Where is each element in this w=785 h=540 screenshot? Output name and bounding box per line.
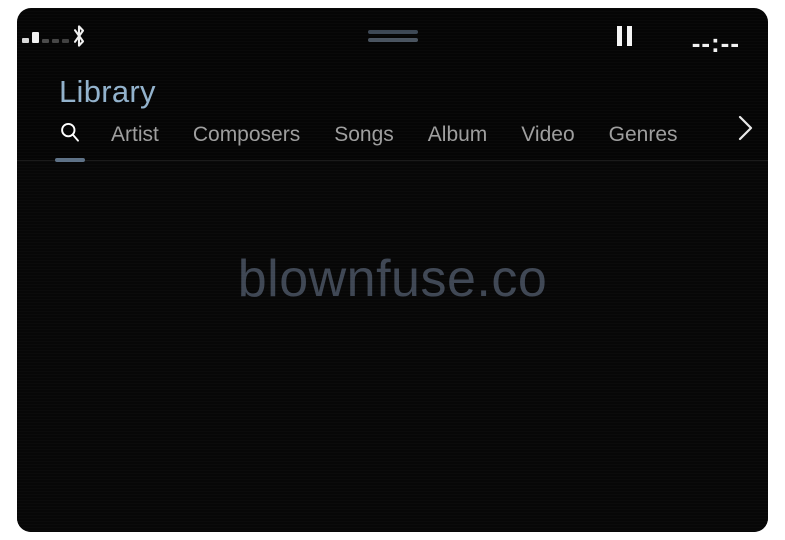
header-divider: [17, 160, 768, 161]
tab-genres-label: Genres: [608, 122, 678, 146]
search-icon: [61, 122, 79, 142]
pause-icon[interactable]: [617, 26, 632, 46]
watermark-text: blownfuse.co: [237, 250, 548, 308]
tab-artist-label: Artist: [111, 122, 159, 146]
chevron-right-icon[interactable]: [732, 113, 758, 143]
active-tab-indicator: [55, 158, 85, 162]
drag-handle-icon[interactable]: [367, 30, 418, 42]
tab-composers[interactable]: Composers: [193, 124, 300, 147]
tab-genres[interactable]: Genres: [609, 124, 678, 147]
tab-songs[interactable]: Songs: [334, 124, 394, 147]
drag-handle-bar-bottom: [367, 38, 418, 42]
content-area: blownfuse.co: [17, 161, 768, 532]
infotainment-screen: --:-- Library Artist Composers Songs Alb…: [17, 8, 768, 532]
bluetooth-icon: [70, 24, 88, 48]
clock: --:--: [691, 28, 740, 58]
signal-bar-4: [52, 39, 59, 43]
status-bar: --:--: [17, 8, 768, 66]
tab-video-label: Video: [521, 122, 575, 146]
pause-bar-left: [617, 26, 622, 46]
tab-search[interactable]: [55, 121, 85, 162]
tab-songs-label: Songs: [334, 122, 394, 146]
signal-bar-1: [22, 38, 29, 43]
tab-bar: Artist Composers Songs Album Video Genre…: [55, 118, 712, 162]
header: Library Artist Composers Songs Album Vid…: [17, 66, 768, 162]
tab-artist[interactable]: Artist: [111, 124, 159, 147]
tab-video[interactable]: Video: [521, 124, 574, 147]
signal-bar-5: [62, 39, 69, 43]
tab-album-label: Album: [427, 122, 488, 146]
drag-handle-bar-top: [367, 30, 418, 34]
tab-composers-label: Composers: [192, 122, 301, 146]
signal-strength-icon: [22, 29, 69, 43]
pause-bar-right: [627, 26, 632, 46]
page-title: Library: [59, 74, 156, 109]
signal-bar-3: [42, 39, 49, 43]
signal-bar-2: [32, 32, 39, 43]
tab-album[interactable]: Album: [428, 124, 488, 147]
